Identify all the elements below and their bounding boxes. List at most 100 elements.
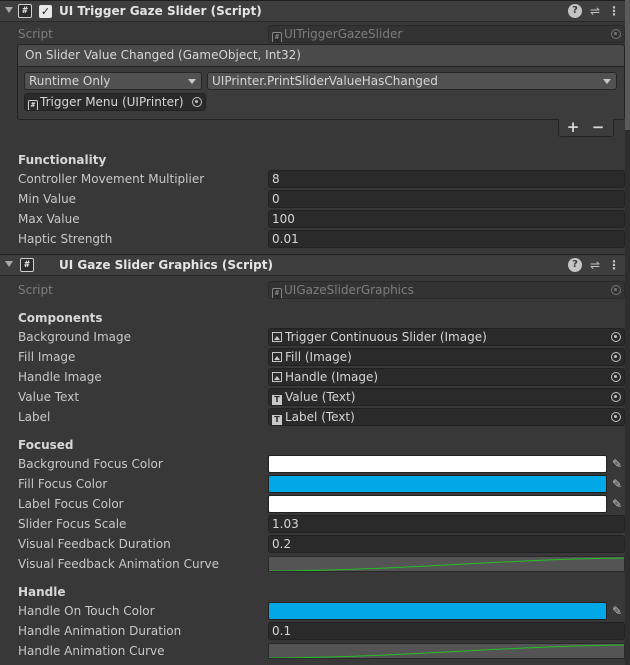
section-functionality: Functionality [18,153,107,167]
handle-image-field[interactable]: Handle (Image) [268,368,625,386]
script-field[interactable]: # UITriggerGazeSlider [268,25,625,43]
object-picker-icon[interactable] [611,372,621,382]
script-icon: # [20,258,34,272]
handle-animation-curve-label: Handle Animation Curve [18,644,165,658]
background-focus-color-swatch[interactable] [268,455,607,473]
value-text-label: Value Text [18,390,80,404]
function-value: UIPrinter.PrintSliderValueHasChanged [212,74,438,88]
background-focus-color-label: Background Focus Color [18,457,163,471]
event-header: On Slider Value Changed (GameObject, Int… [17,44,625,67]
help-icon[interactable]: ? [568,4,582,18]
remove-event-button[interactable]: − [588,119,608,136]
script-label: Script [18,27,53,41]
section-components: Components [18,311,103,325]
function-dropdown[interactable]: UIPrinter.PrintSliderValueHasChanged [207,72,617,90]
section-focused: Focused [18,438,74,452]
label-focus-color-swatch[interactable] [268,495,607,513]
text-icon: T [272,415,282,425]
more-options-icon[interactable]: ⋮ [607,4,621,18]
presets-icon[interactable]: ⇌ [588,4,602,18]
presets-icon[interactable]: ⇌ [588,258,602,272]
dropdown-arrow-icon [188,79,196,84]
min-value-label: Min Value [18,192,77,206]
object-picker-icon[interactable] [611,412,621,422]
slider-focus-scale-input[interactable]: 1.03 [268,515,625,533]
background-image-label: Background Image [18,330,131,344]
fill-image-label: Fill Image [18,350,76,364]
image-icon [272,332,282,342]
fill-image-field[interactable]: Fill (Image) [268,348,625,366]
script-asset-icon: # [28,100,38,110]
value-text-field[interactable]: T Value (Text) [268,388,625,406]
add-event-button[interactable]: + [563,119,583,136]
eyedropper-icon[interactable]: ✎ [608,602,626,620]
more-options-icon[interactable]: ⋮ [607,258,621,272]
visual-feedback-duration-input[interactable]: 0.2 [268,535,625,553]
script-field[interactable]: # UIGazeSliderGraphics [268,281,625,299]
component-enabled-checkbox[interactable]: ✓ [39,5,52,18]
event-list-buttons: + − [558,119,614,137]
haptic-strength-label: Haptic Strength [18,232,113,246]
controller-movement-multiplier-input[interactable]: 8 [268,170,625,188]
visual-feedback-duration-label: Visual Feedback Duration [18,537,171,551]
background-image-field[interactable]: Trigger Continuous Slider (Image) [268,328,625,346]
section-handle: Handle [18,585,66,599]
background-image-value: Trigger Continuous Slider (Image) [285,330,487,344]
visual-feedback-animation-curve-label: Visual Feedback Animation Curve [18,557,219,571]
controller-movement-multiplier-label: Controller Movement Multiplier [18,172,205,186]
min-value-input[interactable]: 0 [268,190,625,208]
foldout-arrow-icon[interactable] [5,7,13,13]
runtime-mode-value: Runtime Only [29,74,111,88]
object-picker-icon[interactable] [611,332,621,342]
handle-image-value: Handle (Image) [285,370,379,384]
inspector-scrollbar[interactable] [625,0,630,665]
event-target-field[interactable]: # Trigger Menu (UIPrinter) [24,93,206,111]
object-picker-icon[interactable] [611,352,621,362]
fill-focus-color-swatch[interactable] [268,475,607,493]
handle-animation-curve-field[interactable] [268,643,625,659]
handle-on-touch-color-swatch[interactable] [268,602,607,620]
component-header-ui-trigger-gaze-slider[interactable]: # ✓ UI Trigger Gaze Slider (Script) ? ⇌ … [0,0,630,22]
component-title: UI Gaze Slider Graphics (Script) [59,258,273,272]
max-value-label: Max Value [18,212,80,226]
text-icon: T [272,395,282,405]
object-picker-icon[interactable] [192,97,202,107]
curve-line [269,644,624,658]
haptic-strength-input[interactable]: 0.01 [268,230,625,248]
script-value: UIGazeSliderGraphics [284,283,414,297]
script-icon: # [18,4,32,18]
scrollbar-thumb[interactable] [625,0,630,130]
slider-focus-scale-label: Slider Focus Scale [18,517,127,531]
label-focus-color-label: Label Focus Color [18,497,124,511]
object-picker-icon[interactable] [611,392,621,402]
label-value: Label (Text) [285,410,355,424]
image-icon [272,372,282,382]
event-target-value: Trigger Menu (UIPrinter) [40,95,184,109]
script-value: UITriggerGazeSlider [284,27,403,41]
label-label: Label [18,410,51,424]
label-field[interactable]: T Label (Text) [268,408,625,426]
dropdown-arrow-icon [603,79,611,84]
handle-animation-duration-label: Handle Animation Duration [18,624,182,638]
script-asset-icon: # [272,288,282,298]
eyedropper-icon[interactable]: ✎ [608,495,626,513]
component-header-ui-gaze-slider-graphics[interactable]: # UI Gaze Slider Graphics (Script) ? ⇌ ⋮ [0,254,630,276]
help-icon[interactable]: ? [568,258,582,272]
eyedropper-icon[interactable]: ✎ [608,455,626,473]
script-label: Script [18,283,53,297]
handle-on-touch-color-label: Handle On Touch Color [18,604,155,618]
handle-animation-duration-input[interactable]: 0.1 [268,622,625,640]
curve-line [269,557,624,571]
fill-image-value: Fill (Image) [285,350,352,364]
script-asset-icon: # [272,32,282,42]
image-icon [272,352,282,362]
runtime-mode-dropdown[interactable]: Runtime Only [24,72,202,90]
object-picker-icon[interactable] [611,29,621,39]
eyedropper-icon[interactable]: ✎ [608,475,626,493]
visual-feedback-animation-curve-field[interactable] [268,556,625,572]
fill-focus-color-label: Fill Focus Color [18,477,108,491]
value-text-value: Value (Text) [285,390,356,404]
object-picker-icon[interactable] [611,285,621,295]
foldout-arrow-icon[interactable] [5,261,13,267]
max-value-input[interactable]: 100 [268,210,625,228]
